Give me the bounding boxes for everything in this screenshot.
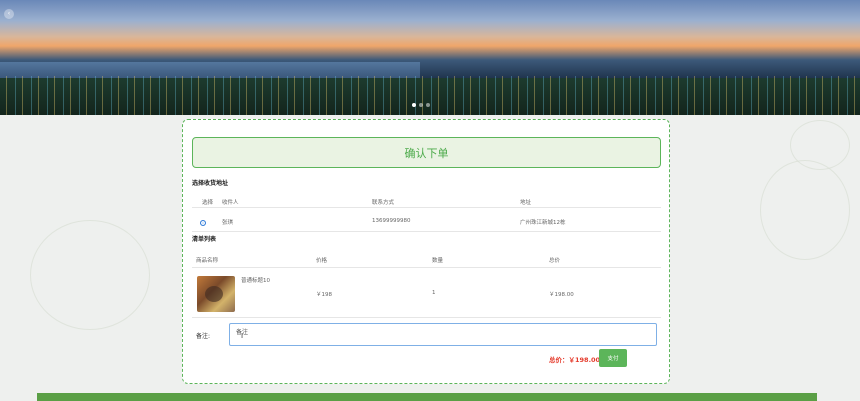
item-price: ￥198	[316, 292, 332, 298]
decorative-flower	[790, 120, 850, 170]
header-item-qty: 数量	[432, 258, 444, 264]
item-qty: 1	[432, 290, 436, 296]
address-row[interactable]: 张琪 13699999980 广州珠江新城12栋	[192, 210, 661, 232]
remark-textarea[interactable]: 备注	[229, 323, 657, 346]
footer-bar	[37, 393, 817, 401]
pay-button[interactable]: 支付	[599, 349, 627, 367]
address-receiver: 张琪	[222, 220, 234, 226]
order-panel: 确认下单 选择收货地址 选择 收件人 联系方式 地址 张琪 1369999998…	[182, 119, 670, 384]
header-item-name: 商品名称	[196, 258, 219, 264]
banner-dot[interactable]	[412, 103, 416, 107]
address-radio-button[interactable]	[200, 220, 206, 226]
header-item-subtotal: 总价	[549, 258, 561, 264]
banner-carousel: ‹	[0, 0, 860, 115]
banner-prev-arrow-icon[interactable]: ‹	[4, 9, 14, 19]
header-address: 地址	[520, 200, 532, 206]
item-header-row: 商品名称 价格 数量 总价	[192, 246, 661, 268]
item-row: 普通标题10 ￥198 1 ￥198.00	[192, 270, 661, 318]
text-cursor-icon: I	[241, 332, 244, 340]
decorative-flower	[30, 220, 150, 330]
header-receiver: 收件人	[222, 200, 239, 206]
confirm-order-button[interactable]: 确认下单	[192, 137, 661, 168]
item-list-title: 清单列表	[192, 236, 217, 243]
address-phone: 13699999980	[372, 218, 411, 224]
header-select: 选择	[202, 200, 214, 206]
total-price: 总价：￥198.00	[549, 356, 601, 364]
header-phone: 联系方式	[372, 200, 395, 206]
banner-dot[interactable]	[426, 103, 430, 107]
address-detail: 广州珠江新城12栋	[520, 220, 566, 226]
item-thumbnail[interactable]	[197, 276, 235, 312]
header-item-price: 价格	[316, 258, 328, 264]
item-subtotal: ￥198.00	[549, 292, 574, 298]
banner-city-lights	[0, 76, 860, 115]
address-header-row: 选择 收件人 联系方式 地址	[192, 186, 661, 208]
decorative-flower	[760, 160, 850, 260]
remark-label: 备注:	[196, 333, 211, 340]
banner-dot[interactable]	[419, 103, 423, 107]
item-name: 普通标题10	[241, 278, 270, 284]
banner-indicator[interactable]	[412, 103, 430, 107]
